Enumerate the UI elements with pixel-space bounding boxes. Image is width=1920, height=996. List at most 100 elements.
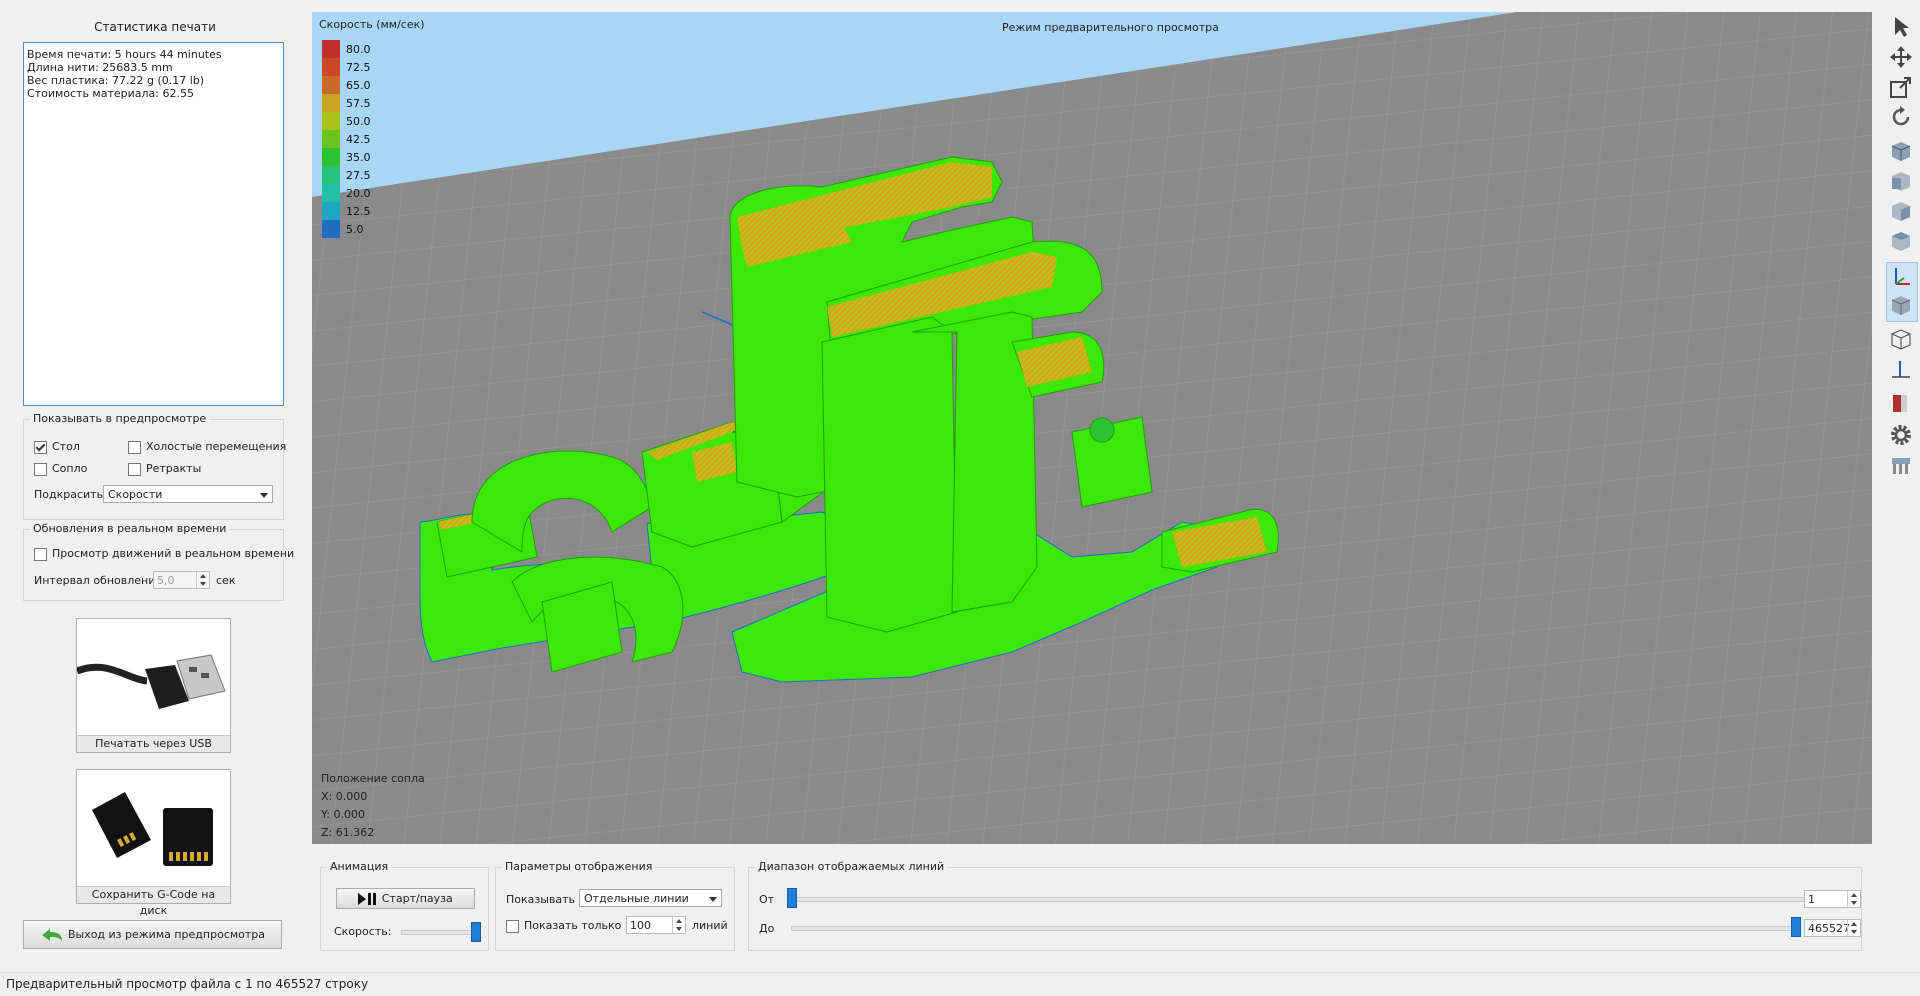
show-only-spinbox[interactable]: 100 bbox=[626, 916, 686, 934]
interval-value: 5,0 bbox=[157, 574, 175, 587]
to-spinbox[interactable]: 465527 bbox=[1804, 919, 1861, 937]
printer-icon[interactable] bbox=[1888, 452, 1914, 478]
chevron-down-icon bbox=[260, 493, 268, 498]
solid-view-icon[interactable] bbox=[1888, 292, 1914, 318]
exit-preview-label: Выход из режима предпросмотра bbox=[67, 928, 266, 941]
show-mode-select[interactable]: Отдельные линии bbox=[579, 889, 722, 907]
save-gcode-label: Сохранить G-Code на диск bbox=[77, 886, 230, 917]
color-by-value: Скорости bbox=[108, 488, 163, 501]
checkbox-table[interactable]: Стол bbox=[34, 440, 80, 454]
interval-label: Интервал обновления bbox=[34, 574, 163, 587]
stats-title: Статистика печати bbox=[94, 20, 216, 34]
legend-value: 50.0 bbox=[346, 115, 371, 128]
legend-swatch bbox=[322, 76, 340, 94]
book-icon[interactable] bbox=[1888, 390, 1914, 416]
speed-label: Скорость: bbox=[334, 925, 392, 938]
legend-value: 35.0 bbox=[346, 151, 371, 164]
checkbox-realtime-moves[interactable]: Просмотр движений в реальном времени bbox=[34, 547, 294, 561]
spin-arrows-icon[interactable] bbox=[1847, 891, 1860, 907]
animation-title: Анимация bbox=[327, 860, 392, 873]
checkbox-nozzle[interactable]: Сопло bbox=[34, 462, 87, 476]
spin-arrows-icon[interactable] bbox=[672, 917, 685, 933]
right-toolbar bbox=[1880, 10, 1920, 490]
view-top-icon[interactable] bbox=[1888, 228, 1914, 254]
legend-value: 20.0 bbox=[346, 187, 371, 200]
speed-slider-handle[interactable] bbox=[471, 922, 481, 942]
print-stats-box[interactable]: Время печати: 5 hours 44 minutes Длина н… bbox=[23, 42, 284, 406]
from-label: От bbox=[759, 893, 775, 906]
legend-swatch bbox=[322, 220, 340, 238]
axes-icon[interactable] bbox=[1888, 264, 1914, 290]
to-value: 465527 bbox=[1808, 922, 1850, 935]
travel-label: Холостые перемещения bbox=[146, 440, 287, 453]
legend-value: 12.5 bbox=[346, 205, 371, 218]
select-arrow-icon[interactable] bbox=[1888, 14, 1914, 40]
exit-preview-button[interactable]: Выход из режима предпросмотра bbox=[23, 920, 282, 949]
nozzle-position: Положение сопла X: 0.000 Y: 0.000 Z: 61.… bbox=[321, 770, 425, 842]
checkbox-retract[interactable]: Ретракты bbox=[128, 462, 201, 476]
retract-checkbox[interactable] bbox=[128, 462, 141, 476]
view-front-icon[interactable] bbox=[1888, 168, 1914, 194]
display-params-title: Параметры отображения bbox=[502, 860, 656, 873]
checkbox-travel[interactable]: Холостые перемещения bbox=[128, 440, 286, 454]
print-usb-button[interactable]: Печатать через USB bbox=[76, 618, 231, 753]
usb-cable-icon bbox=[77, 654, 226, 709]
legend-swatch bbox=[322, 40, 340, 58]
play-pause-label: Старт/пауза bbox=[381, 892, 453, 905]
color-by-select[interactable]: Скорости bbox=[103, 485, 273, 503]
rotate-icon[interactable] bbox=[1888, 104, 1914, 130]
legend-swatch bbox=[322, 184, 340, 202]
scale-icon[interactable] bbox=[1888, 74, 1914, 100]
display-params-group: Параметры отображения Показывать Отдельн… bbox=[495, 860, 735, 951]
move-icon[interactable] bbox=[1888, 44, 1914, 70]
stats-line-time: Время печати: 5 hours 44 minutes bbox=[27, 48, 222, 61]
back-arrow-icon bbox=[41, 929, 62, 941]
legend-value: 27.5 bbox=[346, 169, 371, 182]
single-axis-icon[interactable] bbox=[1888, 356, 1914, 382]
to-slider-handle[interactable] bbox=[1791, 917, 1801, 937]
chevron-down-icon bbox=[709, 897, 717, 902]
legend-swatch bbox=[322, 130, 340, 148]
from-spinbox[interactable]: 1 bbox=[1804, 890, 1861, 908]
table-checkbox[interactable] bbox=[34, 440, 47, 454]
view-cube-icon[interactable] bbox=[1888, 138, 1914, 164]
left-panel: Статистика печати Время печати: 5 hours … bbox=[0, 0, 310, 968]
save-gcode-button[interactable]: Сохранить G-Code на диск bbox=[76, 769, 231, 917]
bottom-panel: Анимация Старт/пауза Скорость: Параметры… bbox=[312, 850, 1872, 968]
table-label: Стол bbox=[52, 440, 80, 453]
legend-swatch bbox=[322, 94, 340, 112]
stats-line-weight: Вес пластика: 77.22 g (0.17 lb) bbox=[27, 74, 205, 87]
view-side-icon[interactable] bbox=[1888, 198, 1914, 224]
from-slider-handle[interactable] bbox=[787, 888, 797, 908]
interval-spinbox[interactable]: 5,0 bbox=[153, 571, 210, 589]
nozzle-checkbox[interactable] bbox=[34, 462, 47, 476]
play-pause-button[interactable]: Старт/пауза bbox=[336, 888, 475, 909]
play-pause-icon bbox=[358, 893, 377, 905]
travel-checkbox[interactable] bbox=[128, 440, 141, 454]
show-only-checkbox[interactable] bbox=[506, 919, 519, 933]
status-text: Предварительный просмотр файла с 1 по 46… bbox=[6, 977, 369, 991]
settings-gear-icon[interactable] bbox=[1888, 422, 1914, 448]
spin-arrows-icon[interactable] bbox=[196, 572, 209, 588]
speed-slider-track[interactable] bbox=[401, 930, 481, 935]
legend-title: Скорость (мм/сек) bbox=[319, 18, 425, 31]
legend-value: 65.0 bbox=[346, 79, 371, 92]
show-label: Показывать bbox=[506, 893, 576, 906]
color-by-label: Подкрасить bbox=[34, 488, 104, 501]
from-slider-track[interactable] bbox=[791, 897, 1823, 902]
line-range-title: Диапазон отображаемых линий bbox=[755, 860, 948, 873]
realtime-moves-checkbox[interactable] bbox=[34, 547, 47, 561]
legend-swatch bbox=[322, 58, 340, 76]
legend-swatch bbox=[322, 112, 340, 130]
to-slider-track[interactable] bbox=[791, 926, 1799, 931]
show-only-label: Показать только bbox=[524, 919, 622, 932]
preview-viewport[interactable]: Скорость (мм/сек) 80.0 72.5 65.0 57.5 50.0 42… bbox=[312, 12, 1872, 844]
legend-value: 5.0 bbox=[346, 223, 364, 236]
nozzle-position-title: Положение сопла bbox=[321, 772, 425, 785]
wireframe-view-icon[interactable] bbox=[1888, 326, 1914, 352]
legend-swatch bbox=[322, 166, 340, 184]
retract-label: Ретракты bbox=[146, 462, 202, 475]
checkbox-show-only[interactable]: Показать только bbox=[506, 919, 621, 933]
sd-card-icon bbox=[92, 792, 213, 866]
spin-arrows-icon[interactable] bbox=[1847, 920, 1860, 936]
